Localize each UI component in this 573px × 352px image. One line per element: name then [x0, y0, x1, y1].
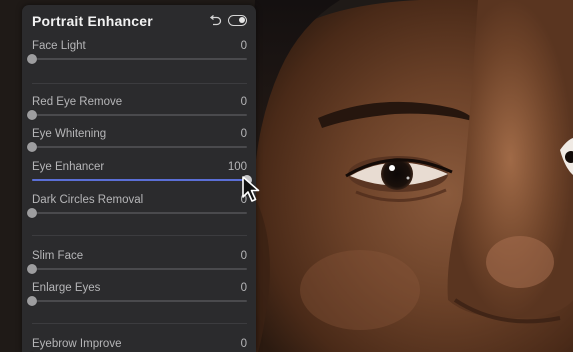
pointer-arrow-icon	[242, 176, 260, 202]
slider-thumb[interactable]	[27, 264, 37, 274]
slider-value: 0	[240, 282, 247, 294]
slider-thumb[interactable]	[27, 296, 37, 306]
slider-fill	[32, 179, 247, 181]
slider-red-eye-remove: Red Eye Remove 0	[27, 96, 247, 126]
slider-value: 0	[240, 338, 247, 350]
section-divider	[32, 323, 247, 324]
slider-face-light: Face Light 0	[27, 40, 247, 70]
slider-label: Slim Face	[32, 250, 84, 262]
slider-track[interactable]	[27, 208, 247, 218]
editor-stage: Portrait Enhancer Face Light 0 Red Eye Rem…	[0, 0, 573, 352]
slider-label: Red Eye Remove	[32, 96, 123, 108]
slider-label: Face Light	[32, 40, 86, 52]
panel-title: Portrait Enhancer	[32, 13, 153, 29]
slider-value: 0	[240, 128, 247, 140]
slider-eyebrow-improve: Eyebrow Improve 0	[32, 338, 247, 352]
slider-track[interactable]	[27, 296, 247, 306]
slider-track[interactable]	[27, 110, 247, 120]
slider-label: Enlarge Eyes	[32, 282, 101, 294]
slider-eye-enhancer: Eye Enhancer 100	[32, 161, 252, 191]
undo-icon[interactable]	[208, 14, 222, 28]
slider-label: Eyebrow Improve	[32, 338, 122, 350]
toggle-knob	[239, 17, 245, 23]
slider-value: 0	[240, 96, 247, 108]
slider-label: Dark Circles Removal	[32, 194, 144, 206]
slider-label: Eye Whitening	[32, 128, 107, 140]
slider-track[interactable]	[27, 54, 247, 64]
slider-label: Eye Enhancer	[32, 161, 105, 173]
slider-track[interactable]	[32, 175, 252, 185]
slider-track[interactable]	[27, 264, 247, 274]
slider-thumb[interactable]	[27, 208, 37, 218]
slider-dark-circles-removal: Dark Circles Removal 0	[27, 194, 247, 224]
slider-eye-whitening: Eye Whitening 0	[27, 128, 247, 158]
panel-header: Portrait Enhancer	[22, 5, 256, 37]
slider-value: 0	[240, 40, 247, 52]
portrait-enhancer-panel: Portrait Enhancer Face Light 0 Red Eye Rem…	[22, 5, 256, 352]
slider-thumb[interactable]	[27, 54, 37, 64]
slider-slim-face: Slim Face 0	[27, 250, 247, 280]
section-divider	[32, 83, 247, 84]
enable-toggle[interactable]	[228, 15, 247, 26]
slider-enlarge-eyes: Enlarge Eyes 0	[27, 282, 247, 312]
slider-thumb[interactable]	[27, 110, 37, 120]
slider-thumb[interactable]	[27, 142, 37, 152]
slider-value: 100	[227, 161, 247, 173]
slider-value: 0	[240, 250, 247, 262]
section-divider	[32, 235, 247, 236]
slider-track[interactable]	[27, 142, 247, 152]
